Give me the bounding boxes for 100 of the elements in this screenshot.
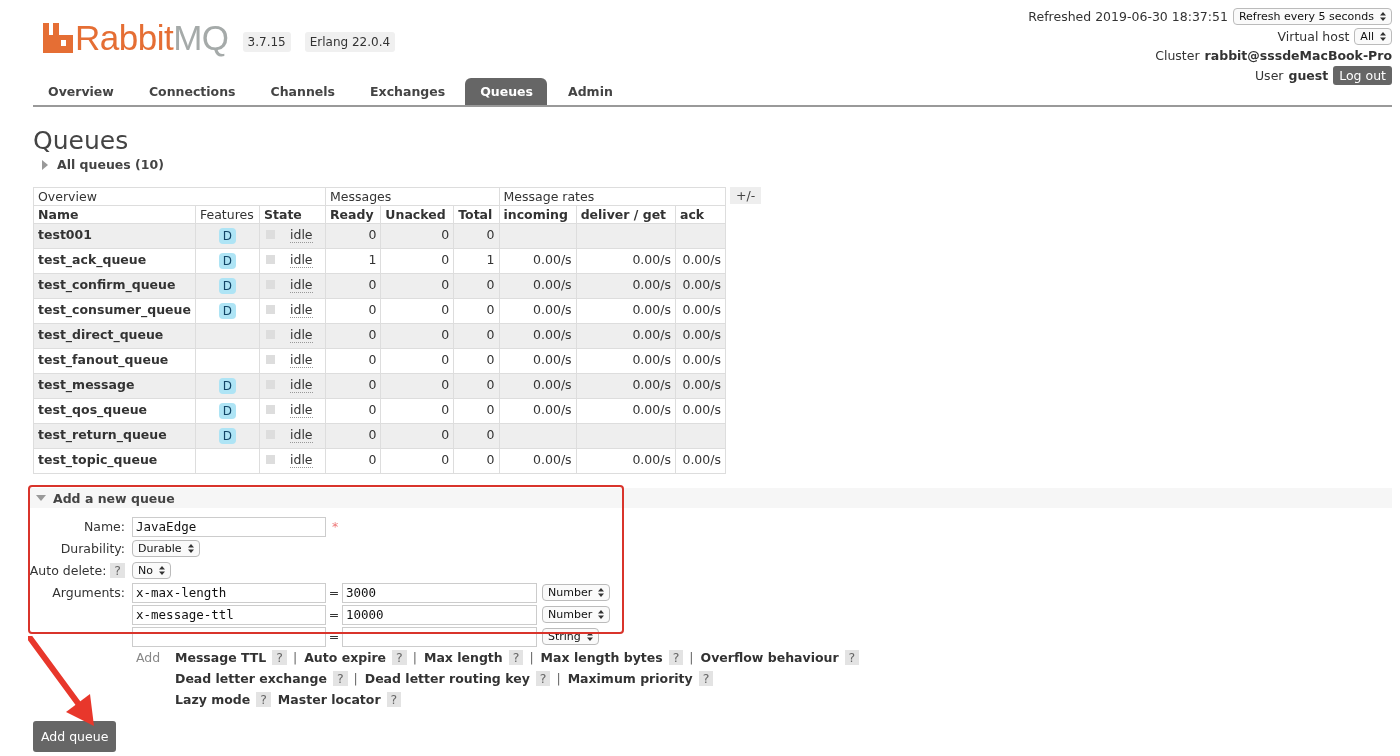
- collapse-icon[interactable]: [36, 494, 46, 502]
- equals-sign: =: [327, 607, 341, 622]
- table-cell: 0.00/s: [499, 398, 577, 424]
- add-queue-button[interactable]: Add queue: [33, 721, 117, 752]
- table-cell: 0.00/s: [499, 248, 577, 274]
- table-cell: 0.00/s: [675, 298, 726, 324]
- argument-shortcut-link[interactable]: Overflow behaviour: [700, 650, 839, 665]
- state-icon: [266, 355, 275, 364]
- nav-tab[interactable]: Exchanges: [355, 78, 460, 105]
- queue-name-link[interactable]: test_confirm_queue: [33, 273, 196, 299]
- help-button[interactable]: ?: [332, 671, 348, 686]
- argument-value-field[interactable]: [342, 626, 537, 647]
- nav-tab[interactable]: Overview: [33, 78, 128, 105]
- table-cell: 0: [325, 448, 381, 474]
- nav-tab[interactable]: Connections: [133, 78, 250, 105]
- table-cell: 1: [453, 248, 500, 274]
- help-button[interactable]: ?: [392, 650, 407, 665]
- help-button[interactable]: ?: [535, 671, 551, 686]
- queue-name-link[interactable]: test_return_queue: [33, 423, 196, 449]
- queue-name-link[interactable]: test_qos_queue: [33, 398, 196, 424]
- argument-shortcut-link[interactable]: Master locator: [277, 692, 381, 707]
- argument-key-field[interactable]: x-max-length: [132, 582, 326, 603]
- durability-select[interactable]: Durable: [132, 540, 200, 557]
- nav-tab[interactable]: Channels: [255, 78, 350, 105]
- help-button[interactable]: ?: [272, 650, 287, 665]
- state-label: idle: [290, 277, 313, 293]
- section-title[interactable]: All queues (10): [57, 157, 164, 172]
- table-cell: 0: [380, 298, 454, 324]
- queue-name-link[interactable]: test_fanout_queue: [33, 348, 196, 374]
- version-label: Erlang 22.0.4: [304, 32, 396, 52]
- refresh-select[interactable]: Refresh every 5 seconds: [1232, 8, 1392, 25]
- help-button[interactable]: ?: [386, 692, 402, 707]
- help-button[interactable]: ?: [668, 650, 684, 665]
- nav-tab[interactable]: Admin: [553, 78, 627, 105]
- argument-value-field[interactable]: 3000: [342, 582, 537, 603]
- state-label: idle: [290, 377, 313, 393]
- argument-shortcut-link[interactable]: Maximum priority: [567, 671, 693, 686]
- durable-badge: D: [218, 278, 237, 294]
- table-cell: 0: [325, 348, 381, 374]
- updown-icon: [187, 544, 194, 553]
- state-icon: [266, 455, 275, 464]
- page-title: Queues: [33, 126, 130, 155]
- table-cell: 0: [453, 398, 500, 424]
- state-icon: [266, 305, 275, 314]
- table-cell: 0.00/s: [675, 398, 726, 424]
- column-header: Total: [453, 205, 500, 224]
- argument-shortcut-link[interactable]: Dead letter routing key: [364, 671, 530, 686]
- column-group-header: Message rates: [499, 187, 726, 206]
- separator: |: [353, 671, 358, 686]
- auto-delete-select[interactable]: No: [132, 562, 171, 579]
- durable-badge: D: [218, 228, 237, 244]
- help-button[interactable]: ?: [110, 563, 125, 578]
- separator: |: [529, 650, 534, 665]
- argument-shortcut-link[interactable]: Auto expire: [304, 650, 387, 665]
- state-label: idle: [290, 327, 313, 343]
- argument-value-field[interactable]: 10000: [342, 604, 537, 625]
- column-header: Name: [33, 205, 196, 224]
- column-header: Ready: [325, 205, 381, 224]
- help-button[interactable]: ?: [698, 671, 714, 686]
- logout-button[interactable]: Log out: [1333, 65, 1392, 85]
- argument-key-field[interactable]: x-message-ttl: [132, 604, 326, 625]
- table-cell: 0.00/s: [576, 373, 676, 399]
- column-toggle-button[interactable]: +/-: [730, 187, 762, 204]
- state-label: idle: [290, 427, 313, 443]
- table-cell: 1: [325, 248, 381, 274]
- argument-shortcut-link[interactable]: Message TTL: [175, 650, 267, 665]
- durable-badge: D: [218, 303, 237, 319]
- argument-shortcut-link[interactable]: Dead letter exchange: [175, 671, 327, 686]
- user-label: User: [1254, 67, 1284, 83]
- expand-icon[interactable]: [41, 159, 49, 170]
- argument-shortcut-link[interactable]: Max length bytes: [540, 650, 663, 665]
- column-header: State: [259, 205, 326, 224]
- column-header: deliver / get: [576, 205, 676, 224]
- table-cell: 0: [453, 448, 500, 474]
- section-title[interactable]: Add a new queue: [53, 490, 175, 506]
- nav-tab[interactable]: Queues: [465, 78, 547, 105]
- argument-shortcut-link[interactable]: Lazy mode: [175, 692, 251, 707]
- queue-name-link[interactable]: test_topic_queue: [33, 448, 196, 474]
- cluster-name: rabbit@sssdeMacBook-Pro: [1204, 48, 1392, 63]
- updown-icon: [598, 588, 605, 597]
- name-field[interactable]: JavaEdge: [132, 516, 326, 537]
- virtual-host-select[interactable]: All: [1354, 28, 1392, 45]
- argument-shortcut-link[interactable]: Max length: [423, 650, 503, 665]
- argument-type-select[interactable]: Number: [542, 606, 611, 623]
- queue-name-link[interactable]: test_direct_queue: [33, 323, 196, 349]
- queue-name-link[interactable]: test_consumer_queue: [33, 298, 196, 324]
- table-cell: 0.00/s: [499, 348, 577, 374]
- table-cell: 0: [380, 398, 454, 424]
- help-button[interactable]: ?: [256, 692, 271, 707]
- queue-name-link[interactable]: test001: [33, 223, 196, 249]
- queue-name-link[interactable]: test_ack_queue: [33, 248, 196, 274]
- argument-key-field[interactable]: [132, 626, 326, 647]
- help-button[interactable]: ?: [508, 650, 524, 665]
- table-cell: 0: [325, 298, 381, 324]
- queue-name-link[interactable]: test_message: [33, 373, 196, 399]
- help-button[interactable]: ?: [844, 650, 860, 665]
- logo-wordmark: RabbitMQ: [75, 20, 229, 56]
- argument-type-select[interactable]: Number: [542, 584, 611, 601]
- column-group-header: Overview: [33, 187, 326, 206]
- user-name: guest: [1288, 67, 1329, 83]
